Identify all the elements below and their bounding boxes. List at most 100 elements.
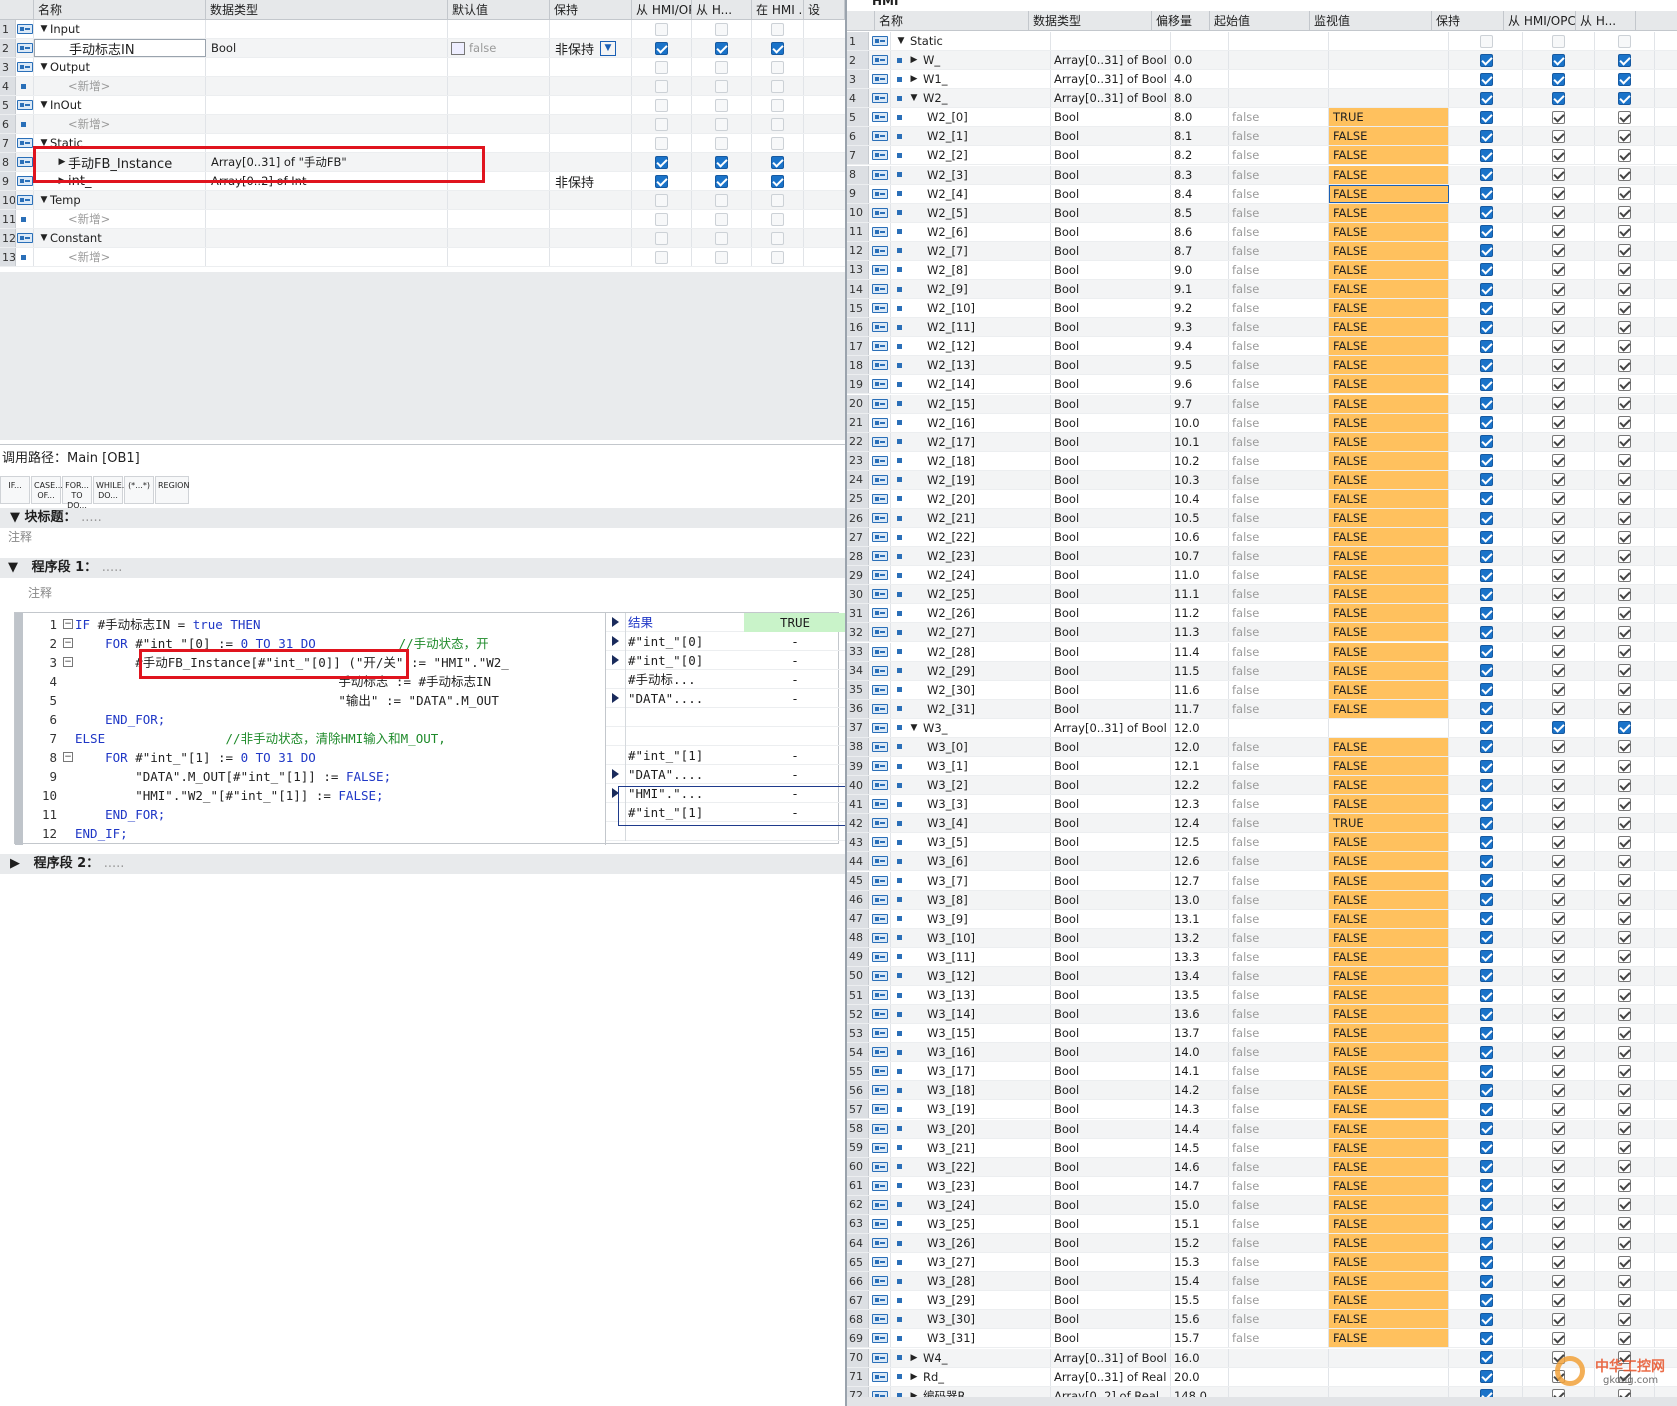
access-checkbox-cell[interactable] — [1523, 585, 1595, 604]
checkbox[interactable] — [1618, 740, 1631, 754]
checkbox[interactable] — [1552, 53, 1565, 67]
access-checkbox-cell[interactable] — [1523, 852, 1595, 871]
right-table-row[interactable]: 23 W2_[18] Bool 10.2 false FALSE — [847, 451, 1677, 471]
access-checkbox-cell[interactable] — [1523, 432, 1595, 451]
type-cell[interactable]: Bool — [1051, 699, 1171, 718]
access-checkbox-cell[interactable] — [632, 191, 692, 209]
checkbox[interactable] — [1480, 473, 1493, 487]
name-cell[interactable]: W2_[25] — [891, 585, 1051, 604]
name-cell[interactable]: W2_[28] — [891, 642, 1051, 661]
checkbox[interactable] — [771, 155, 784, 169]
access-checkbox-cell[interactable] — [1523, 757, 1595, 776]
access-checkbox-cell[interactable] — [1595, 585, 1655, 604]
checkbox[interactable] — [1618, 797, 1631, 811]
access-checkbox-cell[interactable] — [1451, 413, 1523, 432]
start-value-cell[interactable]: false — [1229, 337, 1329, 356]
type-cell[interactable]: Bool — [1051, 127, 1171, 146]
monitor-value-cell[interactable]: FALSE — [1329, 909, 1449, 928]
access-checkbox-cell[interactable] — [1523, 1329, 1595, 1348]
name-cell[interactable]: W3_[14] — [891, 1005, 1051, 1024]
name-cell[interactable]: W3_[27] — [891, 1253, 1051, 1272]
retain-cell[interactable] — [550, 153, 632, 171]
monitor-value-cell[interactable]: FALSE — [1329, 1253, 1449, 1272]
code-line[interactable]: "输出" := "DATA".M_OUT — [75, 691, 498, 710]
access-checkbox-cell[interactable] — [1595, 623, 1655, 642]
right-table-row[interactable]: 41 W3_[3] Bool 12.3 false FALSE — [847, 795, 1677, 815]
expand-icon[interactable]: ▶ — [908, 1353, 920, 1363]
checkbox[interactable] — [1480, 854, 1493, 868]
type-cell[interactable]: Bool — [1051, 1253, 1171, 1272]
left-col-header[interactable]: 数据类型 — [206, 0, 448, 20]
monitor-value-cell[interactable]: FALSE — [1329, 394, 1449, 413]
toolbar-button[interactable]: FOR... TO DO... — [62, 476, 92, 510]
start-value-cell[interactable] — [1229, 32, 1329, 50]
type-cell[interactable]: Bool — [1051, 1310, 1171, 1329]
checkbox[interactable] — [1552, 1160, 1565, 1174]
checkbox[interactable] — [1618, 454, 1631, 468]
start-value-cell[interactable]: false — [1229, 928, 1329, 947]
access-checkbox-cell[interactable] — [1523, 1291, 1595, 1310]
access-checkbox-cell[interactable] — [1523, 203, 1595, 222]
checkbox[interactable] — [1618, 625, 1631, 639]
type-cell[interactable]: Bool — [1051, 413, 1171, 432]
type-cell[interactable]: Bool — [1051, 1062, 1171, 1081]
code-line[interactable]: IF #手动标志IN = true THEN — [75, 615, 260, 634]
name-cell[interactable]: W3_[30] — [891, 1310, 1051, 1329]
checkbox[interactable] — [1618, 206, 1631, 220]
checkbox[interactable] — [1480, 1351, 1493, 1365]
fold-icon[interactable]: − — [63, 638, 73, 648]
name-cell[interactable]: W3_[6] — [891, 852, 1051, 871]
right-table-row[interactable]: 63 W3_[25] Bool 15.1 false FALSE — [847, 1214, 1677, 1234]
access-checkbox-cell[interactable] — [1451, 909, 1523, 928]
right-table-row[interactable]: 33 W2_[28] Bool 11.4 false FALSE — [847, 642, 1677, 662]
access-checkbox-cell[interactable] — [1523, 470, 1595, 489]
code-line[interactable]: END_FOR; — [75, 710, 165, 729]
access-checkbox-cell[interactable] — [632, 210, 692, 228]
retain-cell[interactable] — [550, 248, 632, 266]
start-value-cell[interactable]: false — [1229, 528, 1329, 547]
checkbox[interactable] — [1552, 1026, 1565, 1040]
block-title-header[interactable]: ▼ 块标题： ..... — [0, 508, 845, 528]
checkbox[interactable] — [1618, 1045, 1631, 1059]
start-value-cell[interactable]: false — [1229, 1310, 1329, 1329]
access-checkbox-cell[interactable] — [1523, 604, 1595, 623]
name-cell[interactable]: W2_[4] — [891, 184, 1051, 203]
start-value-cell[interactable]: false — [1229, 432, 1329, 451]
checkbox[interactable] — [1552, 606, 1565, 620]
start-value-cell[interactable]: false — [1229, 146, 1329, 165]
checkbox[interactable] — [1618, 721, 1631, 735]
access-checkbox-cell[interactable] — [1523, 566, 1595, 585]
checkbox[interactable] — [1618, 1160, 1631, 1174]
type-cell[interactable]: Bool — [1051, 337, 1171, 356]
access-checkbox-cell[interactable] — [1523, 737, 1595, 756]
checkbox[interactable] — [1480, 587, 1493, 601]
access-checkbox-cell[interactable] — [1595, 432, 1655, 451]
type-cell[interactable]: Bool — [1051, 1176, 1171, 1195]
retain-cell[interactable] — [550, 20, 632, 38]
checkbox[interactable] — [1552, 568, 1565, 582]
checkbox[interactable] — [1618, 91, 1631, 105]
right-table-row[interactable]: 60 W3_[22] Bool 14.6 false FALSE — [847, 1157, 1677, 1177]
checkbox[interactable] — [1552, 931, 1565, 945]
access-checkbox-cell[interactable] — [1451, 642, 1523, 661]
name-cell[interactable]: ▼ InOut — [34, 96, 206, 114]
right-table-row[interactable]: 3 ▶ W1_ Array[0..31] of Bool 4.0 — [847, 70, 1677, 90]
checkbox[interactable] — [1480, 110, 1493, 124]
type-cell[interactable]: Bool — [1051, 776, 1171, 795]
checkbox[interactable] — [1480, 759, 1493, 773]
access-checkbox-cell[interactable] — [1451, 966, 1523, 985]
left-table-row[interactable]: 12 ▼ Constant — [0, 229, 845, 248]
right-table-row[interactable]: 21 W2_[16] Bool 10.0 false FALSE — [847, 413, 1677, 433]
checkbox[interactable] — [655, 250, 668, 264]
access-checkbox-cell[interactable] — [1451, 1253, 1523, 1272]
start-value-cell[interactable]: false — [1229, 909, 1329, 928]
start-value-cell[interactable]: false — [1229, 757, 1329, 776]
checkbox[interactable] — [1618, 530, 1631, 544]
default-cell[interactable] — [448, 58, 550, 76]
access-checkbox-cell[interactable] — [1595, 1062, 1655, 1081]
checkbox[interactable] — [771, 79, 784, 93]
monitor-value-cell[interactable]: FALSE — [1329, 509, 1449, 527]
checkbox[interactable] — [715, 60, 728, 74]
access-checkbox-cell[interactable] — [1595, 1100, 1655, 1119]
right-table-row[interactable]: 52 W3_[14] Bool 13.6 false FALSE — [847, 1005, 1677, 1025]
